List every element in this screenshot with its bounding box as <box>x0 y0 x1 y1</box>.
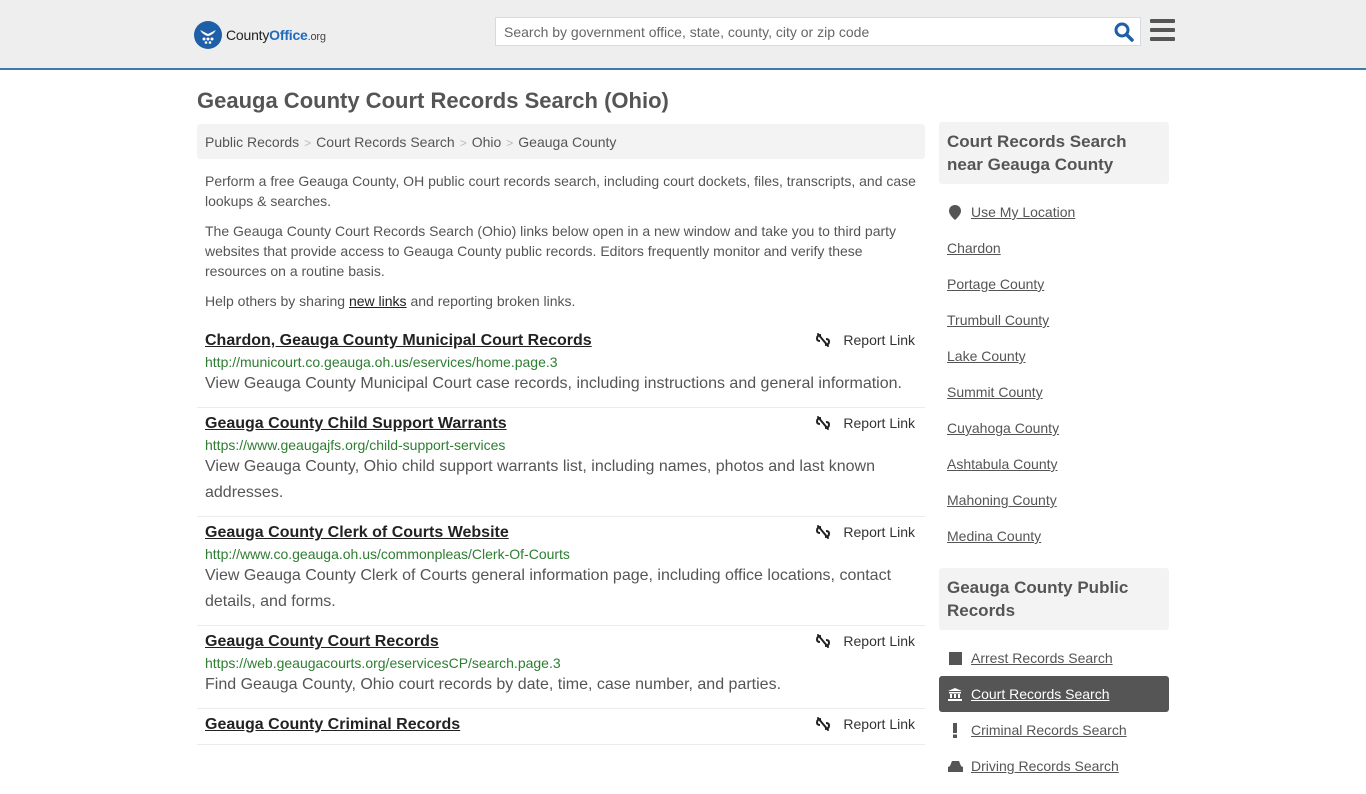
nearby-item[interactable]: Medina County <box>939 518 1169 554</box>
search-input[interactable] <box>496 18 1096 45</box>
new-links-link[interactable]: new links <box>349 293 407 309</box>
nearby-item[interactable]: Cuyahoga County <box>939 410 1169 446</box>
result-item: Geauga County Clerk of Courts Website htt… <box>197 517 925 626</box>
breadcrumb: Public Records > Court Records Search > Ohio… <box>197 124 925 159</box>
breadcrumb-geauga-county[interactable]: Geauga County <box>518 134 616 150</box>
public-records-list: Arrest Records Search Court Records Searc… <box>939 630 1169 794</box>
breadcrumb-ohio[interactable]: Ohio <box>472 134 502 150</box>
report-link-button[interactable]: Report Link <box>815 332 915 348</box>
nearby-link[interactable]: Trumbull County <box>947 312 1049 328</box>
result-item: Geauga County Child Support Warrants http… <box>197 408 925 517</box>
public-records-heading: Geauga County Public Records <box>939 568 1169 630</box>
broken-link-icon <box>816 717 831 731</box>
square-icon <box>947 651 963 665</box>
result-description: View Geauga County, Ohio child support w… <box>205 458 875 501</box>
nearby-item[interactable]: Summit County <box>939 374 1169 410</box>
result-item: Geauga County Court Records https://web.g… <box>197 626 925 709</box>
nearby-link[interactable]: Portage County <box>947 276 1044 292</box>
result-url: https://web.geaugacourts.org/eservicesCP… <box>205 655 561 671</box>
breadcrumb-public-records[interactable]: Public Records <box>205 134 299 150</box>
result-description: View Geauga County Clerk of Courts gener… <box>205 567 892 610</box>
intro-paragraph: The Geauga County Court Records Search (… <box>205 223 897 279</box>
nearby-list: Use My Location Chardon Portage County Tru… <box>939 184 1169 564</box>
logo-text: CountyOffice.org <box>226 27 326 43</box>
nearby-link[interactable]: Medina County <box>947 528 1041 544</box>
result-url: http://www.co.geauga.oh.us/commonpleas/C… <box>205 546 570 562</box>
public-records-link[interactable]: Driving Records Search <box>971 758 1119 774</box>
intro-text: Perform a free Geauga County, OH public … <box>205 171 925 321</box>
nearby-item[interactable]: Portage County <box>939 266 1169 302</box>
nearby-link[interactable]: Summit County <box>947 384 1043 400</box>
nearby-link[interactable]: Mahoning County <box>947 492 1057 508</box>
eagle-stars-logo-icon <box>194 21 222 49</box>
report-link-button[interactable]: Report Link <box>815 415 915 431</box>
map-pin-icon <box>947 204 963 220</box>
public-records-link[interactable]: Arrest Records Search <box>971 650 1113 666</box>
result-description: Find Geauga County, Ohio court records b… <box>205 676 782 693</box>
broken-link-icon <box>816 525 831 539</box>
nearby-item[interactable]: Trumbull County <box>939 302 1169 338</box>
use-my-location-link[interactable]: Use My Location <box>971 204 1075 220</box>
breadcrumb-separator: > <box>506 136 514 150</box>
nearby-heading: Court Records Search near Geauga County <box>939 122 1169 184</box>
use-my-location-item[interactable]: Use My Location <box>939 194 1169 230</box>
report-link-button[interactable]: Report Link <box>815 716 915 732</box>
result-title-link[interactable]: Geauga County Criminal Records <box>205 716 460 734</box>
result-url: https://www.geaugajfs.org/child-support-… <box>205 437 506 453</box>
broken-link-icon <box>816 416 831 430</box>
public-records-item[interactable]: Criminal Records Search <box>939 712 1169 748</box>
broken-link-icon <box>816 333 831 347</box>
result-item: Chardon, Geauga County Municipal Court R… <box>197 325 925 408</box>
public-records-item[interactable]: Driving Records Search <box>939 748 1169 784</box>
page-title: Geauga County Court Records Search (Ohio… <box>197 88 669 113</box>
nearby-link[interactable]: Ashtabula County <box>947 456 1058 472</box>
report-link-label: Report Link <box>843 524 915 540</box>
courthouse-icon <box>947 687 963 701</box>
car-icon <box>947 760 963 773</box>
result-title-link[interactable]: Geauga County Clerk of Courts Website <box>205 524 509 542</box>
nearby-item[interactable]: Lake County <box>939 338 1169 374</box>
report-link-button[interactable]: Report Link <box>815 524 915 540</box>
report-link-button[interactable]: Report Link <box>815 633 915 649</box>
public-records-link[interactable]: Court Records Search <box>971 686 1110 702</box>
nearby-link[interactable]: Cuyahoga County <box>947 420 1059 436</box>
report-link-label: Report Link <box>843 415 915 431</box>
nearby-link[interactable]: Chardon <box>947 240 1001 256</box>
result-item: Geauga County Criminal Records Report Lin… <box>197 709 925 745</box>
hamburger-menu-icon[interactable] <box>1150 19 1175 41</box>
results-list: Chardon, Geauga County Municipal Court R… <box>197 325 925 745</box>
nearby-item[interactable]: Chardon <box>939 230 1169 266</box>
search-box <box>495 17 1141 46</box>
result-url: http://municourt.co.geauga.oh.us/eservic… <box>205 354 558 370</box>
nearby-item[interactable]: Ashtabula County <box>939 446 1169 482</box>
public-records-item[interactable]: Court Records Search <box>939 676 1169 712</box>
search-button[interactable] <box>1114 22 1134 42</box>
breadcrumb-court-records-search[interactable]: Court Records Search <box>316 134 455 150</box>
report-link-label: Report Link <box>843 633 915 649</box>
exclamation-icon <box>947 722 963 738</box>
result-title-link[interactable]: Geauga County Court Records <box>205 633 439 651</box>
broken-link-icon <box>816 634 831 648</box>
public-records-link[interactable]: Criminal Records Search <box>971 722 1127 738</box>
search-icon <box>1114 22 1134 42</box>
result-description: View Geauga County Municipal Court case … <box>205 375 902 392</box>
intro-paragraph: Perform a free Geauga County, OH public … <box>205 173 916 209</box>
sidebar: Court Records Search near Geauga County … <box>939 122 1169 794</box>
nearby-item[interactable]: Mahoning County <box>939 482 1169 518</box>
top-bar: CountyOffice.org <box>0 0 1366 70</box>
intro-paragraph: Help others by sharing new links and rep… <box>205 293 576 309</box>
result-title-link[interactable]: Geauga County Child Support Warrants <box>205 415 507 433</box>
nearby-link[interactable]: Lake County <box>947 348 1026 364</box>
site-logo[interactable]: CountyOffice.org <box>194 21 326 49</box>
report-link-label: Report Link <box>843 332 915 348</box>
public-records-item[interactable]: Arrest Records Search <box>939 640 1169 676</box>
result-title-link[interactable]: Chardon, Geauga County Municipal Court R… <box>205 332 592 350</box>
report-link-label: Report Link <box>843 716 915 732</box>
breadcrumb-separator: > <box>459 136 467 150</box>
breadcrumb-separator: > <box>304 136 312 150</box>
